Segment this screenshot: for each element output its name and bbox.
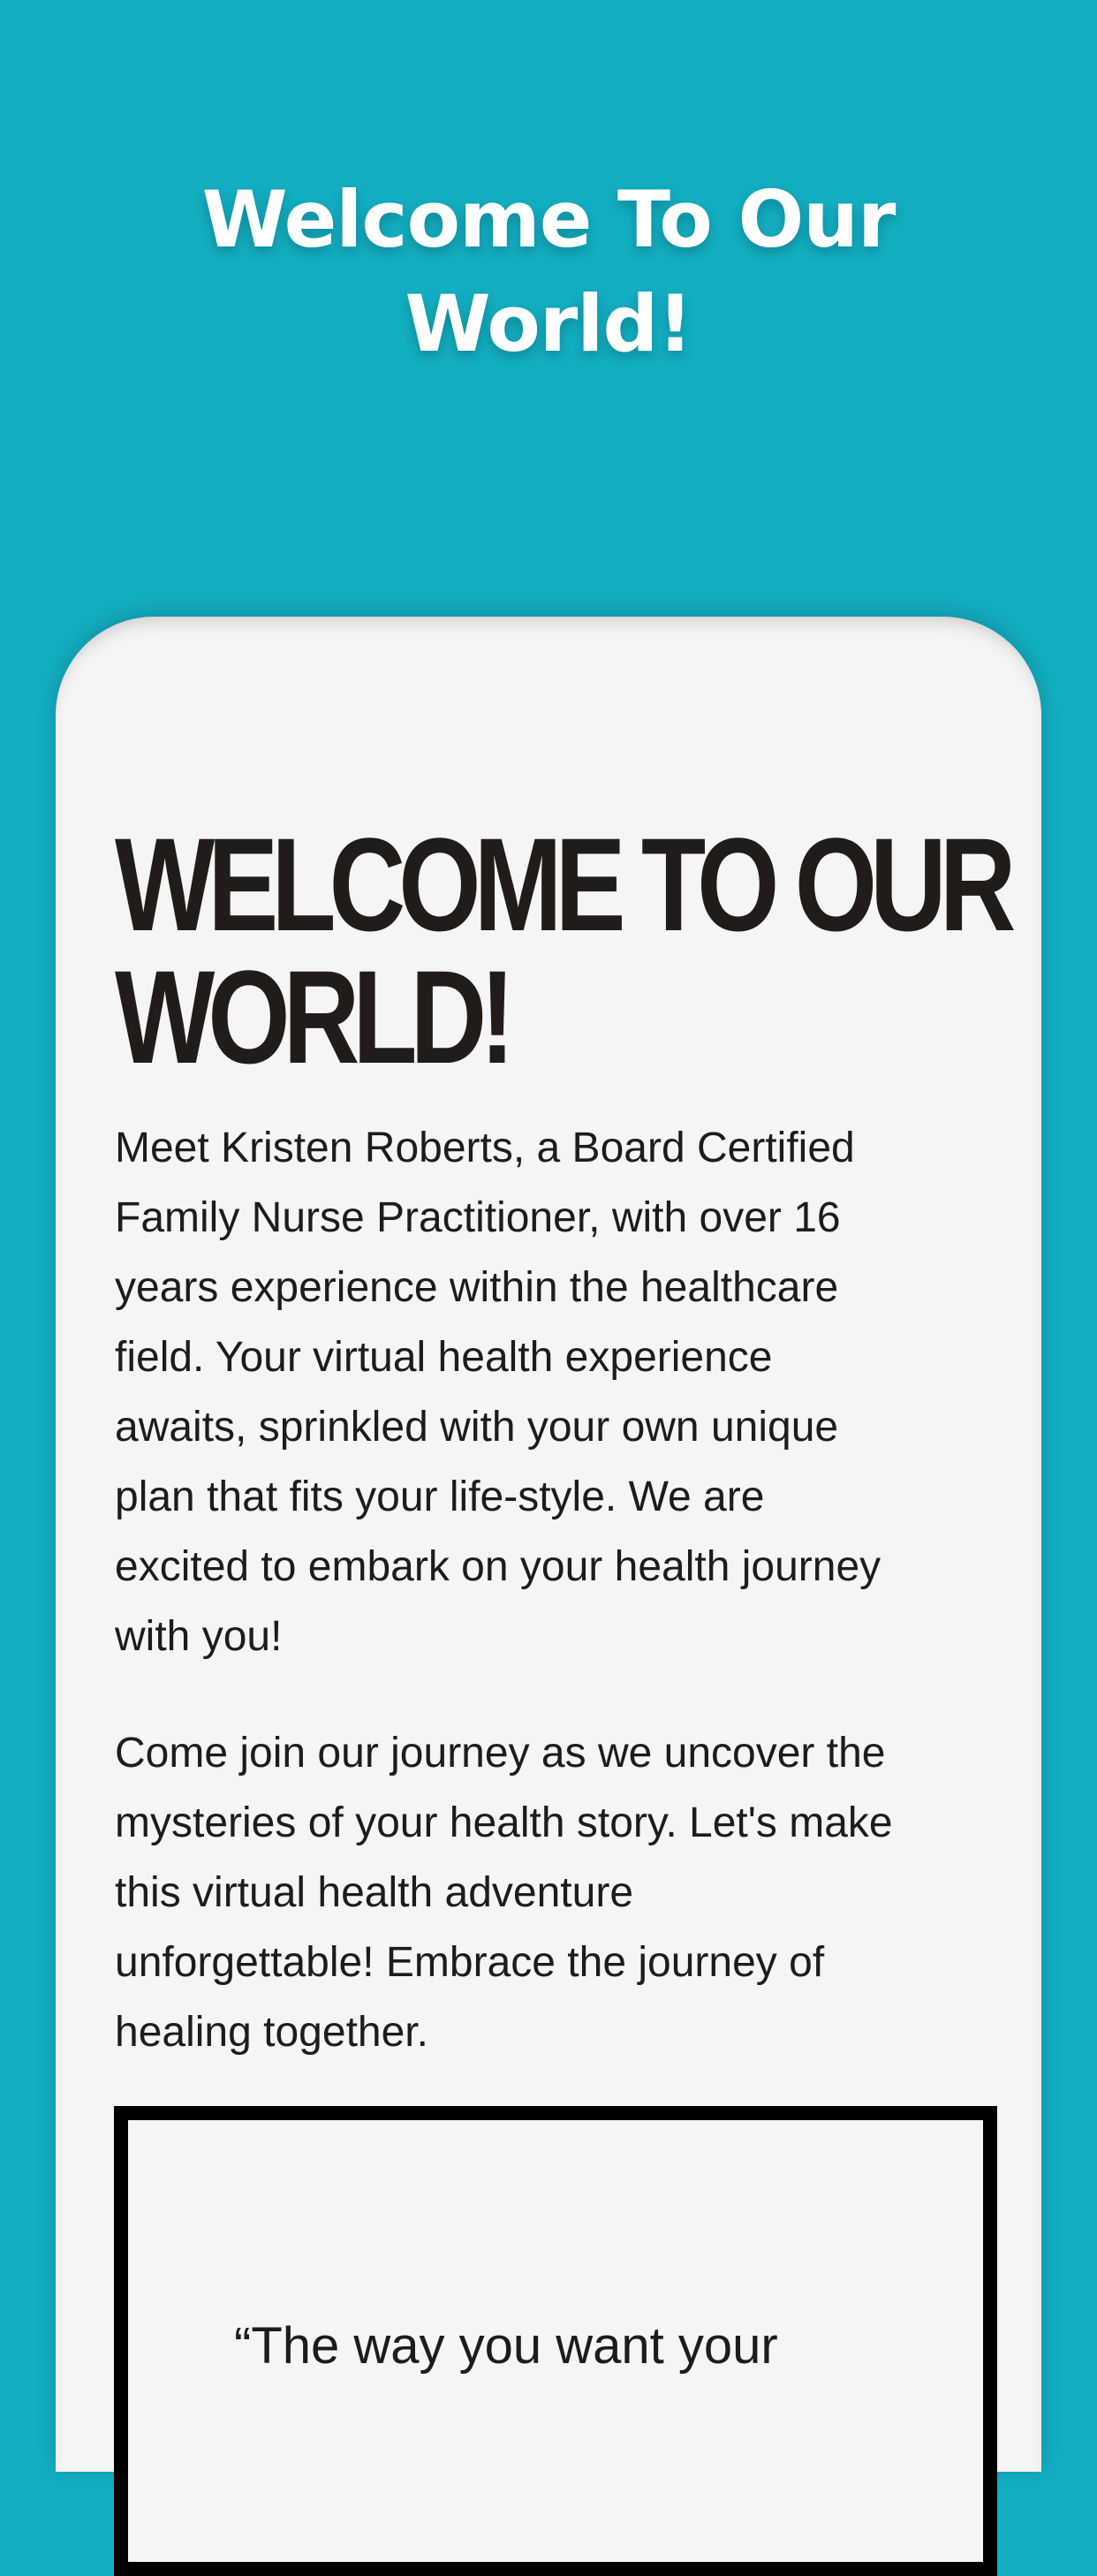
journey-line: unforgettable! Embrace the journey of — [115, 1939, 825, 1986]
content-card: WELCOME TO OUR WORLD! Meet Kristen Rober… — [56, 617, 1041, 2576]
journey-line: Come join our journey as we uncover the — [115, 1730, 886, 1777]
intro-line: plan that fits your life-style. We are — [115, 1474, 765, 1520]
intro-line: excited to embark on your health journey — [115, 1543, 881, 1590]
intro-line: awaits, sprinkled with your own unique — [115, 1404, 839, 1451]
intro-line: Meet Kristen Roberts, a Board Certified — [115, 1125, 855, 1171]
hero-title-line1: Welcome To Our — [201, 174, 897, 265]
card-heading-line1: WELCOME TO OUR — [115, 810, 1016, 958]
intro-line: years experience within the healthcare — [115, 1264, 839, 1311]
intro-line: with you! — [115, 1613, 283, 1660]
quote-text: “The way you want your — [234, 2317, 778, 2375]
intro-paragraph: Meet Kristen Roberts, a Board Certified … — [115, 1113, 998, 1671]
journey-paragraph: Come join our journey as we uncover the … — [115, 1718, 998, 2067]
card-heading-line2: WORLD! — [115, 943, 515, 1091]
quote-box: “The way you want your — [114, 2106, 997, 2576]
hero-title-line2: World! — [405, 278, 692, 369]
intro-line: field. Your virtual health experience — [115, 1334, 773, 1381]
hero-title: Welcome To Our World! — [0, 168, 1097, 376]
intro-line: Family Nurse Practitioner, with over 16 — [115, 1194, 841, 1241]
journey-line: this virtual health adventure — [115, 1869, 634, 1916]
journey-line: healing together. — [115, 2009, 428, 2056]
card-heading: WELCOME TO OUR WORLD! — [115, 818, 1016, 1083]
journey-line: mysteries of your health story. Let's ma… — [115, 1799, 893, 1846]
